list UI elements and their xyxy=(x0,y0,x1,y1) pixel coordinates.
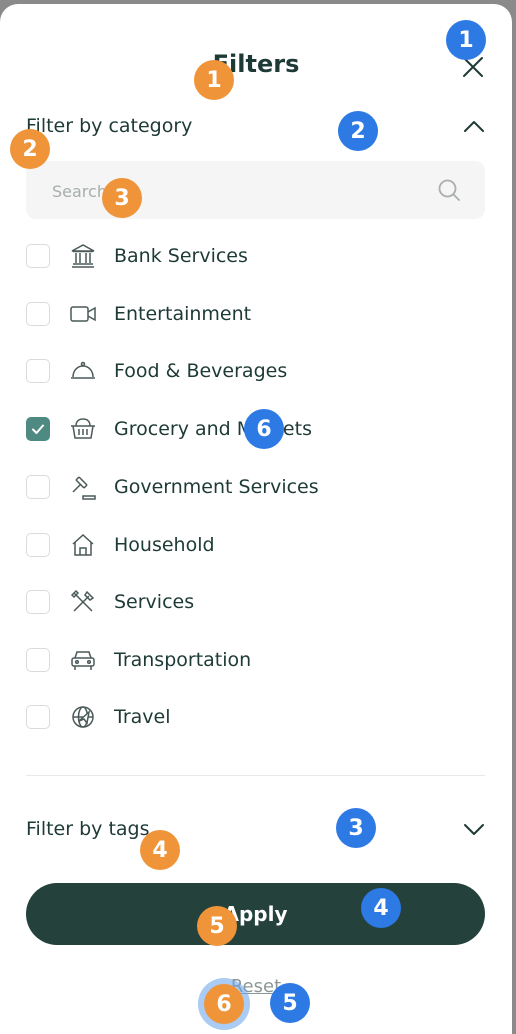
checkbox[interactable] xyxy=(26,590,50,614)
category-item-label: Household xyxy=(114,534,215,556)
globe-plane-icon xyxy=(68,702,98,732)
annotation-badge-orange: 2 xyxy=(10,129,50,169)
category-item-label: Government Services xyxy=(114,476,319,498)
car-icon xyxy=(68,645,98,675)
tags-section-label: Filter by tags xyxy=(26,818,150,840)
annotation-badge-orange: 5 xyxy=(197,906,237,946)
category-item-label: Transportation xyxy=(114,649,252,671)
checkbox[interactable] xyxy=(26,302,50,326)
checkbox[interactable] xyxy=(26,475,50,499)
house-icon xyxy=(68,530,98,560)
category-item-bank-services[interactable]: Bank Services xyxy=(26,236,486,276)
section-divider xyxy=(26,775,485,776)
category-item-food-beverages[interactable]: Food & Beverages xyxy=(26,351,486,391)
category-search xyxy=(26,161,485,221)
annotation-badge-blue: 2 xyxy=(338,111,378,151)
tags-section-header[interactable]: Filter by tags xyxy=(26,814,486,844)
checkbox[interactable] xyxy=(26,359,50,383)
category-item-services[interactable]: Services xyxy=(26,582,486,622)
annotation-badge-blue: 3 xyxy=(336,808,376,848)
annotation-badge-orange: 1 xyxy=(194,60,234,100)
category-item-entertainment[interactable]: Entertainment xyxy=(26,294,486,334)
reset-link[interactable]: Reset xyxy=(0,976,512,997)
category-item-transportation[interactable]: Transportation xyxy=(26,640,486,680)
category-item-label: Services xyxy=(114,591,195,613)
annotation-badge-blue: 1 xyxy=(446,20,486,60)
annotation-badge-blue: 5 xyxy=(270,983,310,1023)
checkbox[interactable] xyxy=(26,533,50,557)
video-camera-icon xyxy=(68,299,98,329)
gavel-icon xyxy=(68,472,98,502)
apply-button[interactable]: Apply xyxy=(26,883,485,945)
checkbox[interactable] xyxy=(26,244,50,268)
category-item-label: Entertainment xyxy=(114,303,252,325)
category-item-label: Bank Services xyxy=(114,245,248,267)
annotation-badge-orange: 4 xyxy=(140,830,180,870)
checkbox[interactable] xyxy=(26,648,50,672)
category-item-label: Travel xyxy=(114,706,171,728)
chevron-up-icon[interactable] xyxy=(462,114,486,138)
annotation-badge-orange: 6 xyxy=(204,984,244,1024)
category-item-government-services[interactable]: Government Services xyxy=(26,467,486,507)
food-cloche-icon xyxy=(68,356,98,386)
category-item-household[interactable]: Household xyxy=(26,525,486,565)
category-section-label: Filter by category xyxy=(26,115,193,137)
checkbox-checked[interactable] xyxy=(26,417,50,441)
annotation-badge-blue: 4 xyxy=(361,888,401,928)
page-title: Filters xyxy=(212,50,300,78)
checkmark-icon xyxy=(32,424,44,434)
bank-icon xyxy=(68,241,98,271)
category-item-label: Food & Beverages xyxy=(114,360,288,382)
category-section-header[interactable]: Filter by category xyxy=(26,111,486,141)
annotation-badge-orange: 3 xyxy=(102,178,142,218)
tools-icon xyxy=(68,587,98,617)
filters-sheet: Filters Filter by category Bank Services xyxy=(0,4,512,1034)
search-icon[interactable] xyxy=(437,178,461,202)
category-item-travel[interactable]: Travel xyxy=(26,697,486,737)
chevron-down-icon[interactable] xyxy=(462,817,486,841)
checkbox[interactable] xyxy=(26,705,50,729)
basket-icon xyxy=(68,414,98,444)
annotation-badge-blue: 6 xyxy=(244,409,284,449)
